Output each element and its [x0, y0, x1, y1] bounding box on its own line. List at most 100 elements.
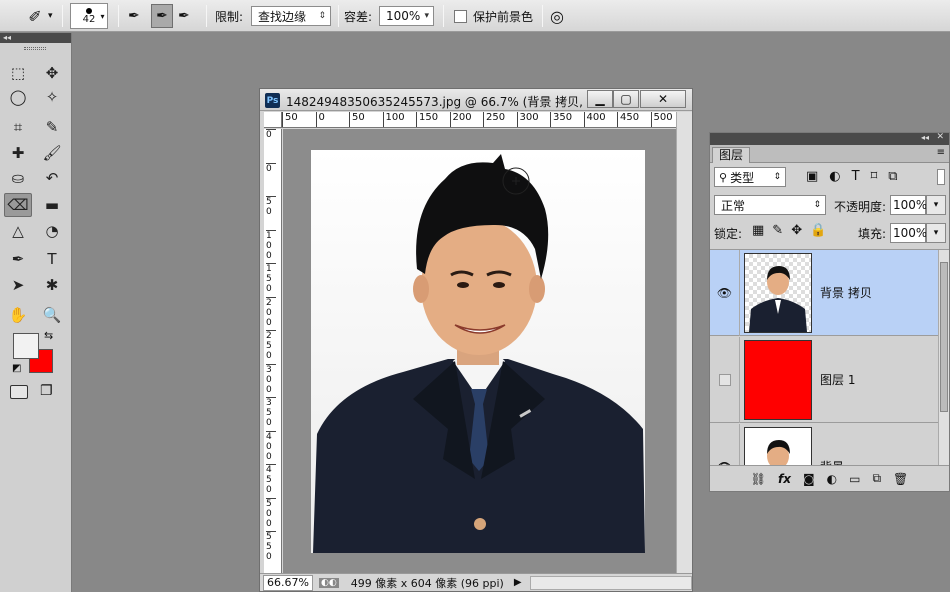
chevron-down-icon[interactable]: ▾ — [424, 11, 429, 21]
limit-select[interactable]: 查找边缘 ⇕ — [251, 6, 331, 26]
tolerance-input[interactable]: 100% ▾ — [379, 6, 434, 26]
healing-brush-tool-icon[interactable]: ✚ — [4, 141, 32, 165]
history-brush-tool-icon[interactable]: ↶ — [38, 166, 66, 190]
horizontal-ruler[interactable]: 50 0 50 100 150 200 250 300 350 400 450 500 — [282, 112, 676, 128]
ruler-v-label: 3 0 0 — [266, 363, 276, 395]
blend-mode-select[interactable]: 正常 ⇕ — [714, 195, 826, 215]
type-tool-icon[interactable]: T — [38, 247, 66, 271]
gradient-tool-icon[interactable]: ▬ — [38, 193, 66, 217]
toolbox-grip[interactable] — [24, 47, 46, 50]
add-mask-icon[interactable]: ◙ — [803, 472, 815, 486]
foreground-color-swatch[interactable] — [13, 333, 39, 359]
clone-stamp-tool-icon[interactable]: ⛀ — [4, 166, 32, 190]
scrollbar-thumb[interactable] — [940, 262, 948, 412]
move-tool-icon[interactable]: ✥ — [38, 61, 66, 85]
quick-mask-icon[interactable] — [10, 385, 28, 399]
magic-wand-tool-icon[interactable]: ✧ — [38, 85, 66, 109]
lock-transparent-icon[interactable]: ▦ — [752, 223, 764, 238]
layer-name[interactable]: 背景 — [820, 458, 844, 465]
filter-pixel-icon[interactable]: ▣ — [806, 169, 818, 184]
vertical-scrollbar[interactable] — [676, 112, 692, 573]
preset-dropdown-arrow-icon[interactable]: ▾ — [48, 4, 53, 28]
ruler-origin[interactable] — [264, 112, 282, 128]
path-selection-tool-icon[interactable]: ➤ — [4, 273, 32, 297]
dodge-tool-icon[interactable]: ◔ — [38, 219, 66, 243]
sampling-once-icon[interactable]: ✒ — [151, 4, 173, 28]
fill-input[interactable]: 100% — [890, 223, 927, 243]
adjustment-layer-icon[interactable]: ◐ — [827, 472, 837, 486]
sampling-background-swatch-icon[interactable]: ✒ — [178, 4, 190, 28]
new-layer-icon[interactable]: ⧉ — [872, 471, 881, 486]
link-layers-icon[interactable]: ⛓ — [751, 472, 766, 486]
horizontal-scrollbar[interactable] — [529, 575, 692, 590]
status-menu-arrow-icon[interactable]: ▶ — [514, 577, 522, 588]
status-info-icon[interactable]: ◐◐ — [319, 577, 339, 588]
opacity-input[interactable]: 100% — [890, 195, 927, 215]
layer-filter-select[interactable]: ⚲ 类型 ⇕ — [714, 167, 786, 187]
ruler-v-label: 1 5 0 — [266, 263, 276, 294]
photoshop-icon: Ps — [265, 93, 280, 108]
collapse-panel-icon[interactable]: ◂◂ — [921, 133, 929, 142]
crop-tool-icon[interactable]: ⌗ — [4, 115, 32, 139]
background-eraser-preset-icon[interactable]: ✐ — [22, 4, 48, 28]
filter-shape-icon[interactable]: ⌑ — [871, 169, 878, 184]
layer-style-icon[interactable]: fx — [778, 472, 791, 486]
vertical-ruler[interactable]: 0 0 5 0 1 0 0 1 5 0 2 0 0 2 5 0 3 0 0 3 5 0 4 0 0… — [264, 129, 282, 573]
pen-tool-icon[interactable]: ✒ — [4, 247, 32, 271]
swap-colors-icon[interactable]: ⇆ — [44, 329, 53, 342]
layer-list-scrollbar[interactable] — [938, 250, 949, 465]
ruler-v-label: 0 — [266, 162, 276, 174]
close-button[interactable]: ✕ — [640, 90, 686, 108]
marquee-tool-icon[interactable]: ⬚ — [4, 61, 32, 85]
minimize-button[interactable]: ▁ — [587, 90, 613, 108]
ruler-v-label: 4 5 0 — [266, 464, 276, 495]
document-titlebar[interactable]: Ps 14824948350635245573.jpg @ 66.7% (背景 … — [260, 89, 692, 111]
fill-dropdown-icon[interactable]: ▾ — [926, 223, 946, 243]
blur-tool-icon[interactable]: △ — [4, 219, 32, 243]
canvas-image[interactable] — [283, 129, 676, 573]
lasso-tool-icon[interactable]: ◯ — [4, 85, 32, 109]
filter-smart-object-icon[interactable]: ⧉ — [888, 169, 897, 184]
layer-name[interactable]: 图层 1 — [820, 371, 855, 388]
protect-foreground-checkbox[interactable] — [454, 9, 467, 23]
toolbox-collapse-icon[interactable]: ◂◂ — [0, 33, 71, 43]
layer-row[interactable]: 👁 背景 — [710, 424, 938, 465]
close-panel-icon[interactable]: ✕ — [936, 132, 944, 142]
eyedropper-tool-icon[interactable]: ✎ — [38, 115, 66, 139]
delete-layer-icon[interactable]: 🗑 — [893, 472, 908, 486]
new-group-icon[interactable]: ▭ — [849, 472, 860, 486]
limit-select-value: 查找边缘 — [258, 9, 307, 24]
panel-menu-icon[interactable]: ≡ — [937, 147, 945, 158]
brush-tool-icon[interactable]: 🖌 — [38, 141, 66, 165]
layers-panel: ◂◂ ✕ 图层 ≡ ⚲ 类型 ⇕ ▣ ◐ T ⌑ ⧉ 正常 ⇕ 不透明度: 10… — [709, 132, 950, 492]
sampling-continuous-icon[interactable]: ✒ — [128, 4, 140, 28]
background-eraser-tool-icon[interactable]: ⌫ — [4, 193, 32, 217]
hand-tool-icon[interactable]: ✋ — [4, 303, 32, 327]
lock-image-icon[interactable]: ✎ — [772, 223, 783, 238]
lock-position-icon[interactable]: ✥ — [791, 223, 802, 238]
lock-all-icon[interactable]: 🔒 — [810, 223, 826, 238]
default-colors-icon[interactable]: ◩ — [12, 363, 21, 374]
screen-mode-icon[interactable]: ❐ — [40, 383, 53, 399]
filter-toggle[interactable] — [937, 169, 945, 185]
layer-row[interactable]: 图层 1 — [710, 337, 938, 423]
filter-type-icon[interactable]: T — [852, 169, 860, 184]
layer-row[interactable]: 👁 背景 拷贝 — [710, 250, 938, 336]
visibility-toggle[interactable] — [710, 337, 740, 423]
zoom-level[interactable]: 66.67% — [263, 574, 313, 591]
panel-header[interactable]: ◂◂ ✕ — [710, 132, 949, 145]
zoom-tool-icon[interactable]: 🔍 — [38, 303, 66, 327]
thumbnail-photo — [749, 266, 807, 332]
filter-adjustment-icon[interactable]: ◐ — [829, 169, 840, 184]
visibility-eye-icon[interactable]: 👁 — [710, 250, 740, 336]
maximize-button[interactable]: ▢ — [613, 90, 639, 108]
brush-picker-arrow-icon[interactable]: ▾ — [97, 4, 108, 28]
tab-layers[interactable]: 图层 — [712, 147, 751, 163]
visibility-eye-icon[interactable]: 👁 — [710, 424, 740, 465]
opacity-dropdown-icon[interactable]: ▾ — [926, 195, 946, 215]
custom-shape-tool-icon[interactable]: ✱ — [38, 273, 66, 297]
canvas-area[interactable] — [283, 129, 676, 573]
ruler-h-label: 150 — [416, 112, 438, 127]
layer-name[interactable]: 背景 拷贝 — [820, 284, 872, 301]
pressure-size-icon[interactable]: ◎ — [550, 4, 564, 28]
